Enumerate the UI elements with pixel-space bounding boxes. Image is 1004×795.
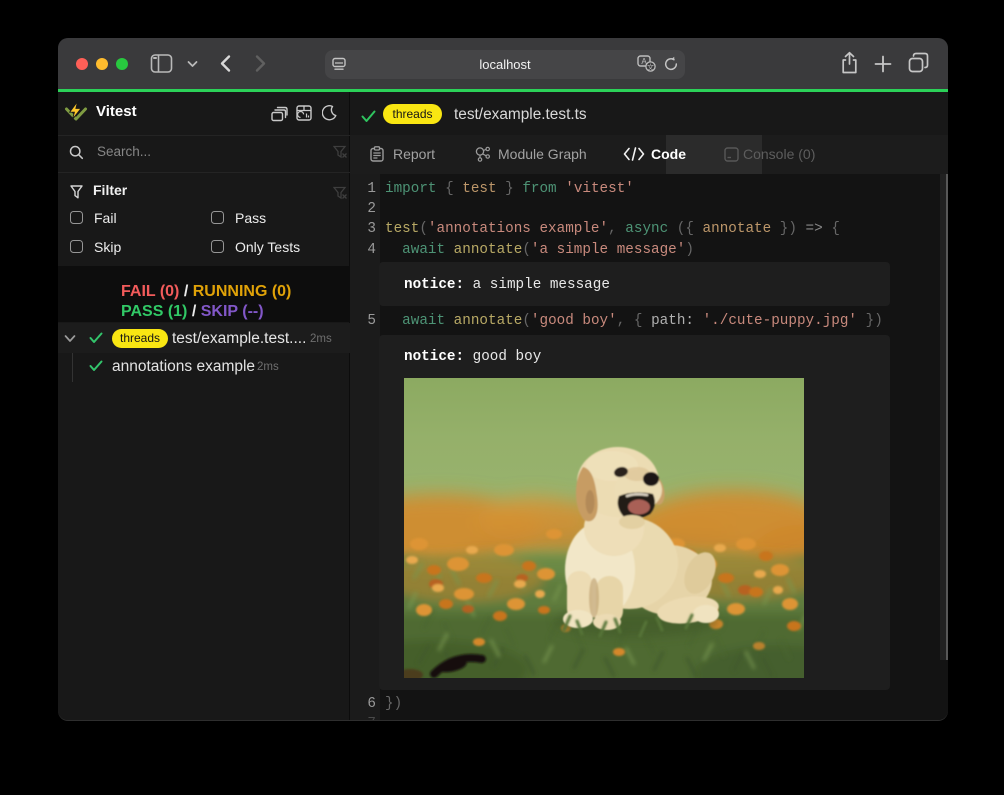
svg-text:文: 文 <box>647 62 654 71</box>
